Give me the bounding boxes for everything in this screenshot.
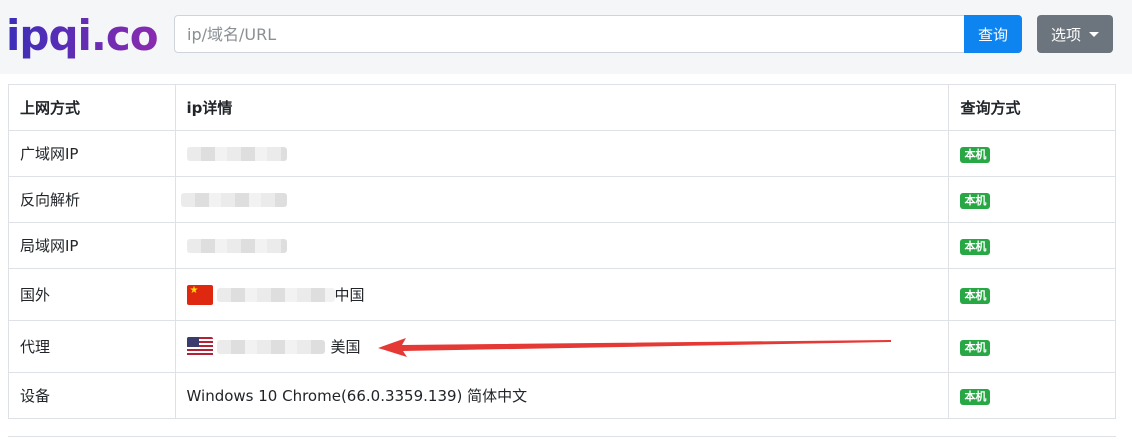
row-label: 广域网IP [8, 130, 176, 177]
caret-down-icon [1089, 31, 1099, 37]
row-label: 局域网IP [8, 222, 176, 269]
row-method: 本机 [948, 176, 1116, 223]
table-row: 广域网IP 本机 [8, 130, 1116, 177]
row-detail [174, 130, 950, 177]
china-flag-icon [186, 284, 213, 305]
row-method: 本机 [948, 320, 1116, 373]
table-row: 局域网IP 本机 [8, 222, 1116, 269]
row-label: 代理 [8, 320, 176, 373]
redacted-value [186, 147, 287, 161]
query-button[interactable]: 查询 [964, 15, 1022, 53]
row-detail: Windows 10 Chrome(66.0.3359.139) 简体中文 [174, 372, 950, 419]
row-method: 本机 [948, 372, 1116, 419]
row-label: 设备 [8, 372, 176, 419]
search-input-wrap [174, 15, 966, 53]
search-group: 查询 [174, 15, 1022, 53]
row-detail-country: 美国 [330, 338, 361, 356]
row-detail-country: 中国 [334, 286, 365, 304]
table-header-row: 上网方式 ip详情 查询方式 [8, 84, 1116, 131]
column-header-ip-detail: ip详情 [174, 84, 950, 131]
row-method: 本机 [948, 222, 1116, 269]
column-header-access-mode: 上网方式 [8, 84, 176, 131]
red-arrow-icon [378, 338, 891, 357]
method-badge: 本机 [960, 288, 991, 304]
row-detail [174, 222, 950, 269]
redacted-value [186, 239, 287, 253]
header-bar: ipqi.co 查询 选项 [0, 0, 1132, 74]
row-detail: 中国 [174, 268, 950, 321]
row-method: 本机 [948, 130, 1116, 177]
redacted-value [216, 287, 335, 302]
table-row: 设备 Windows 10 Chrome(66.0.3359.139) 简体中文… [8, 372, 1116, 419]
row-detail [174, 176, 950, 223]
method-badge: 本机 [960, 239, 991, 255]
site-logo[interactable]: ipqi.co [6, 12, 159, 60]
row-method: 本机 [948, 268, 1116, 321]
usa-flag-icon [186, 336, 213, 357]
bottom-divider [8, 436, 1116, 442]
table-row: 反向解析 本机 [8, 176, 1116, 223]
ip-info-table: 上网方式 ip详情 查询方式 广域网IP 本机 反向解析 本机 局域网IP 本机… [8, 84, 1116, 419]
method-badge: 本机 [960, 340, 991, 356]
table-row: 国外 中国 本机 [8, 268, 1116, 321]
redacted-value [216, 339, 325, 354]
options-label: 选项 [1050, 25, 1081, 44]
search-input[interactable] [175, 16, 965, 52]
column-header-query-method: 查询方式 [948, 84, 1116, 131]
method-badge: 本机 [960, 193, 991, 209]
row-label: 国外 [8, 268, 176, 321]
method-badge: 本机 [960, 389, 991, 405]
row-label: 反向解析 [8, 176, 176, 223]
method-badge: 本机 [960, 147, 991, 163]
redacted-value [180, 193, 287, 207]
options-dropdown-button[interactable]: 选项 [1037, 15, 1113, 53]
